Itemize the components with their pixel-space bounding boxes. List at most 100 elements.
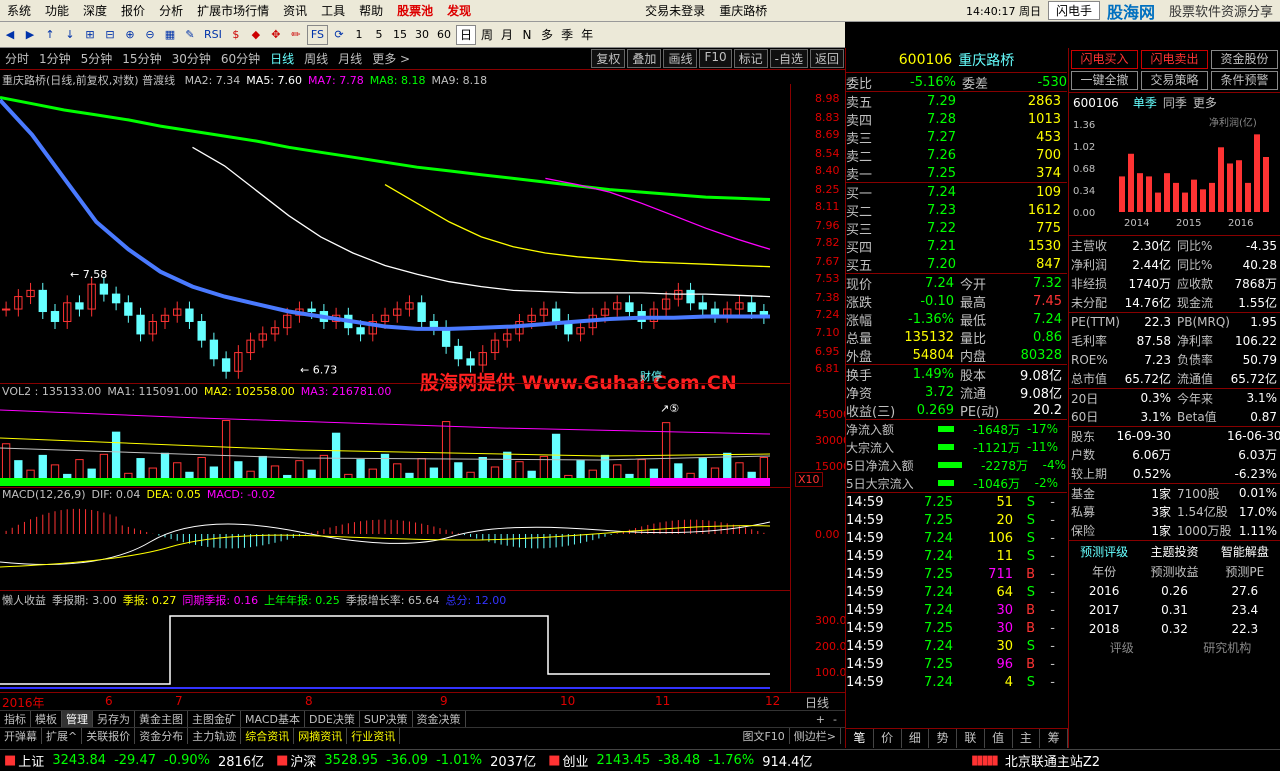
menu-item-9[interactable]: 股票池 xyxy=(390,2,440,19)
menu-item-5[interactable]: 扩展市场行情 xyxy=(190,2,276,19)
chart-button-0[interactable]: 复权 xyxy=(591,49,626,68)
toolbar-icon-8[interactable]: ▦ xyxy=(161,25,179,45)
toolbar-tool-1[interactable]: ◆ xyxy=(247,25,265,45)
bottom-tab2-4[interactable]: 主力轨迹 xyxy=(188,728,242,744)
flash-trade-button[interactable]: 闪电手 xyxy=(1047,1,1100,20)
bottom-tab-8[interactable]: SUP决策 xyxy=(360,711,413,727)
period-tab-2[interactable]: 月 xyxy=(498,25,516,45)
sell-row[interactable]: 卖二 7.26 700 xyxy=(846,146,1067,165)
quote-tab-3[interactable]: 势 xyxy=(929,729,957,748)
period-8[interactable]: 月线 xyxy=(333,50,367,67)
bottom-tab-3[interactable]: 另存为 xyxy=(93,711,135,727)
menu-item-8[interactable]: 帮助 xyxy=(352,2,390,19)
bottom-tab-4[interactable]: 黄金主图 xyxy=(135,711,188,727)
bottom-tab2-5[interactable]: 综合资讯 xyxy=(241,728,295,744)
bottom-tab2-1[interactable]: 扩展^ xyxy=(42,728,83,744)
volume-chart[interactable]: ↗⑤ xyxy=(0,398,790,486)
bottom-tab2-6[interactable]: 网摘资讯 xyxy=(294,728,348,744)
period-tab-5[interactable]: 季 xyxy=(558,25,576,45)
period-0[interactable]: 分时 xyxy=(0,50,34,67)
period-num-5[interactable]: 5 xyxy=(370,25,388,45)
toolbar-icon-2[interactable]: ↑ xyxy=(41,25,59,45)
period-num-60[interactable]: 60 xyxy=(434,25,454,45)
sell-row[interactable]: 卖四 7.28 1013 xyxy=(846,110,1067,129)
forecast-tab-2[interactable]: 智能解盘 xyxy=(1210,543,1280,560)
fin-tab-1[interactable]: 同季 xyxy=(1163,94,1187,111)
bottom-tab2-2[interactable]: 关联报价 xyxy=(82,728,136,744)
quote-tab-0[interactable]: 笔 xyxy=(846,729,874,748)
period-7[interactable]: 周线 xyxy=(299,50,333,67)
buy-row[interactable]: 买五 7.20 847 xyxy=(846,255,1067,274)
toolbar-icon-0[interactable]: ◀ xyxy=(1,25,19,45)
toolbar-tool-2[interactable]: ✥ xyxy=(267,25,285,45)
period-1[interactable]: 1分钟 xyxy=(34,50,76,67)
kline-chart[interactable]: ← 7.58 ← 6.73 xyxy=(0,84,790,380)
chart-button-2[interactable]: 画线 xyxy=(663,49,698,68)
menu-trade-status[interactable]: 交易未登录 xyxy=(638,2,712,19)
macd-chart[interactable] xyxy=(0,502,790,590)
period-3[interactable]: 15分钟 xyxy=(117,50,166,67)
period-tab-1[interactable]: 周 xyxy=(478,25,496,45)
quote-tab-7[interactable]: 筹 xyxy=(1040,729,1068,748)
toolbar-icon-6[interactable]: ⊕ xyxy=(121,25,139,45)
period-num-1[interactable]: 1 xyxy=(350,25,368,45)
buy-row[interactable]: 买二 7.23 1612 xyxy=(846,201,1067,220)
trade-button-0-0[interactable]: 闪电买入 xyxy=(1071,50,1138,69)
bottom-tab-1[interactable]: 模板 xyxy=(31,711,62,727)
buy-row[interactable]: 买三 7.22 775 xyxy=(846,219,1067,238)
sell-row[interactable]: 卖三 7.27 453 xyxy=(846,128,1067,147)
trade-button-1-1[interactable]: 交易策略 xyxy=(1141,71,1208,90)
toolbar-tool-0[interactable]: $ xyxy=(227,25,245,45)
bottom-right-0[interactable]: 图文F10 xyxy=(738,728,790,744)
toolbar-icon-9[interactable]: ✎ xyxy=(181,25,199,45)
period-4[interactable]: 30分钟 xyxy=(167,50,216,67)
trade-button-0-2[interactable]: 资金股份 xyxy=(1211,50,1278,69)
fin-tab-2[interactable]: 更多 xyxy=(1193,94,1217,111)
period-tab-3[interactable]: N xyxy=(518,25,536,45)
quote-tab-5[interactable]: 值 xyxy=(985,729,1013,748)
period-tab-6[interactable]: 年 xyxy=(578,25,596,45)
toolbar-icon-7[interactable]: ⊖ xyxy=(141,25,159,45)
rsi-button[interactable]: RSI xyxy=(201,25,225,45)
sell-row[interactable]: 卖五 7.29 2863 xyxy=(846,92,1067,111)
period-num-15[interactable]: 15 xyxy=(390,25,410,45)
buy-row[interactable]: 买一 7.24 109 xyxy=(846,183,1067,202)
nav-0[interactable]: + xyxy=(812,713,829,726)
quote-tab-6[interactable]: 主 xyxy=(1013,729,1041,748)
menu-item-3[interactable]: 报价 xyxy=(114,2,152,19)
toolbar-icon-3[interactable]: ↓ xyxy=(61,25,79,45)
period-5[interactable]: 60分钟 xyxy=(216,50,265,67)
bottom-tab2-3[interactable]: 资金分布 xyxy=(135,728,189,744)
buy-row[interactable]: 买四 7.21 1530 xyxy=(846,237,1067,256)
trade-button-1-0[interactable]: 一键全撤 xyxy=(1071,71,1138,90)
index-name[interactable]: 上证 xyxy=(18,751,44,770)
quote-tab-4[interactable]: 联 xyxy=(957,729,985,748)
sell-row[interactable]: 卖一 7.25 374 xyxy=(846,164,1067,183)
chart-button-5[interactable]: -自选 xyxy=(769,49,808,68)
chart-area[interactable]: 重庆路桥(日线,前复权,对数) 普渡线 MA2: 7.34 MA5: 7.60 MA… xyxy=(0,70,850,710)
chart-button-6[interactable]: 返回 xyxy=(809,49,844,68)
trade-button-0-1[interactable]: 闪电卖出 xyxy=(1141,50,1208,69)
bottom-tab-7[interactable]: DDE决策 xyxy=(305,711,360,727)
fs-button[interactable]: FS xyxy=(306,24,328,45)
toolbar-icon-4[interactable]: ⊞ xyxy=(81,25,99,45)
toolbar-icon-5[interactable]: ⊟ xyxy=(101,25,119,45)
forecast-tab-0[interactable]: 预测评级 xyxy=(1069,543,1139,560)
bottom-tab-5[interactable]: 主图金矿 xyxy=(188,711,241,727)
forecast-tab-1[interactable]: 主题投资 xyxy=(1139,543,1209,560)
menu-item-4[interactable]: 分析 xyxy=(152,2,190,19)
period-9[interactable]: 更多 > xyxy=(367,50,415,67)
menu-item-6[interactable]: 资讯 xyxy=(276,2,314,19)
period-num-30[interactable]: 30 xyxy=(412,25,432,45)
lazy-chart[interactable] xyxy=(0,606,790,690)
trade-button-1-2[interactable]: 条件预警 xyxy=(1211,71,1278,90)
menu-item-10[interactable]: 发现 xyxy=(440,2,478,19)
refresh-icon[interactable]: ⟳ xyxy=(330,25,348,45)
chart-button-1[interactable]: 叠加 xyxy=(627,49,662,68)
bottom-tab2-0[interactable]: 开弹幕 xyxy=(0,728,42,744)
bottom-tab-9[interactable]: 资金决策 xyxy=(413,711,466,727)
chart-button-4[interactable]: 标记 xyxy=(733,49,768,68)
quote-tab-2[interactable]: 细 xyxy=(902,729,930,748)
bottom-tab-2[interactable]: 管理 xyxy=(62,711,93,727)
period-tab-0[interactable]: 日 xyxy=(456,24,477,45)
